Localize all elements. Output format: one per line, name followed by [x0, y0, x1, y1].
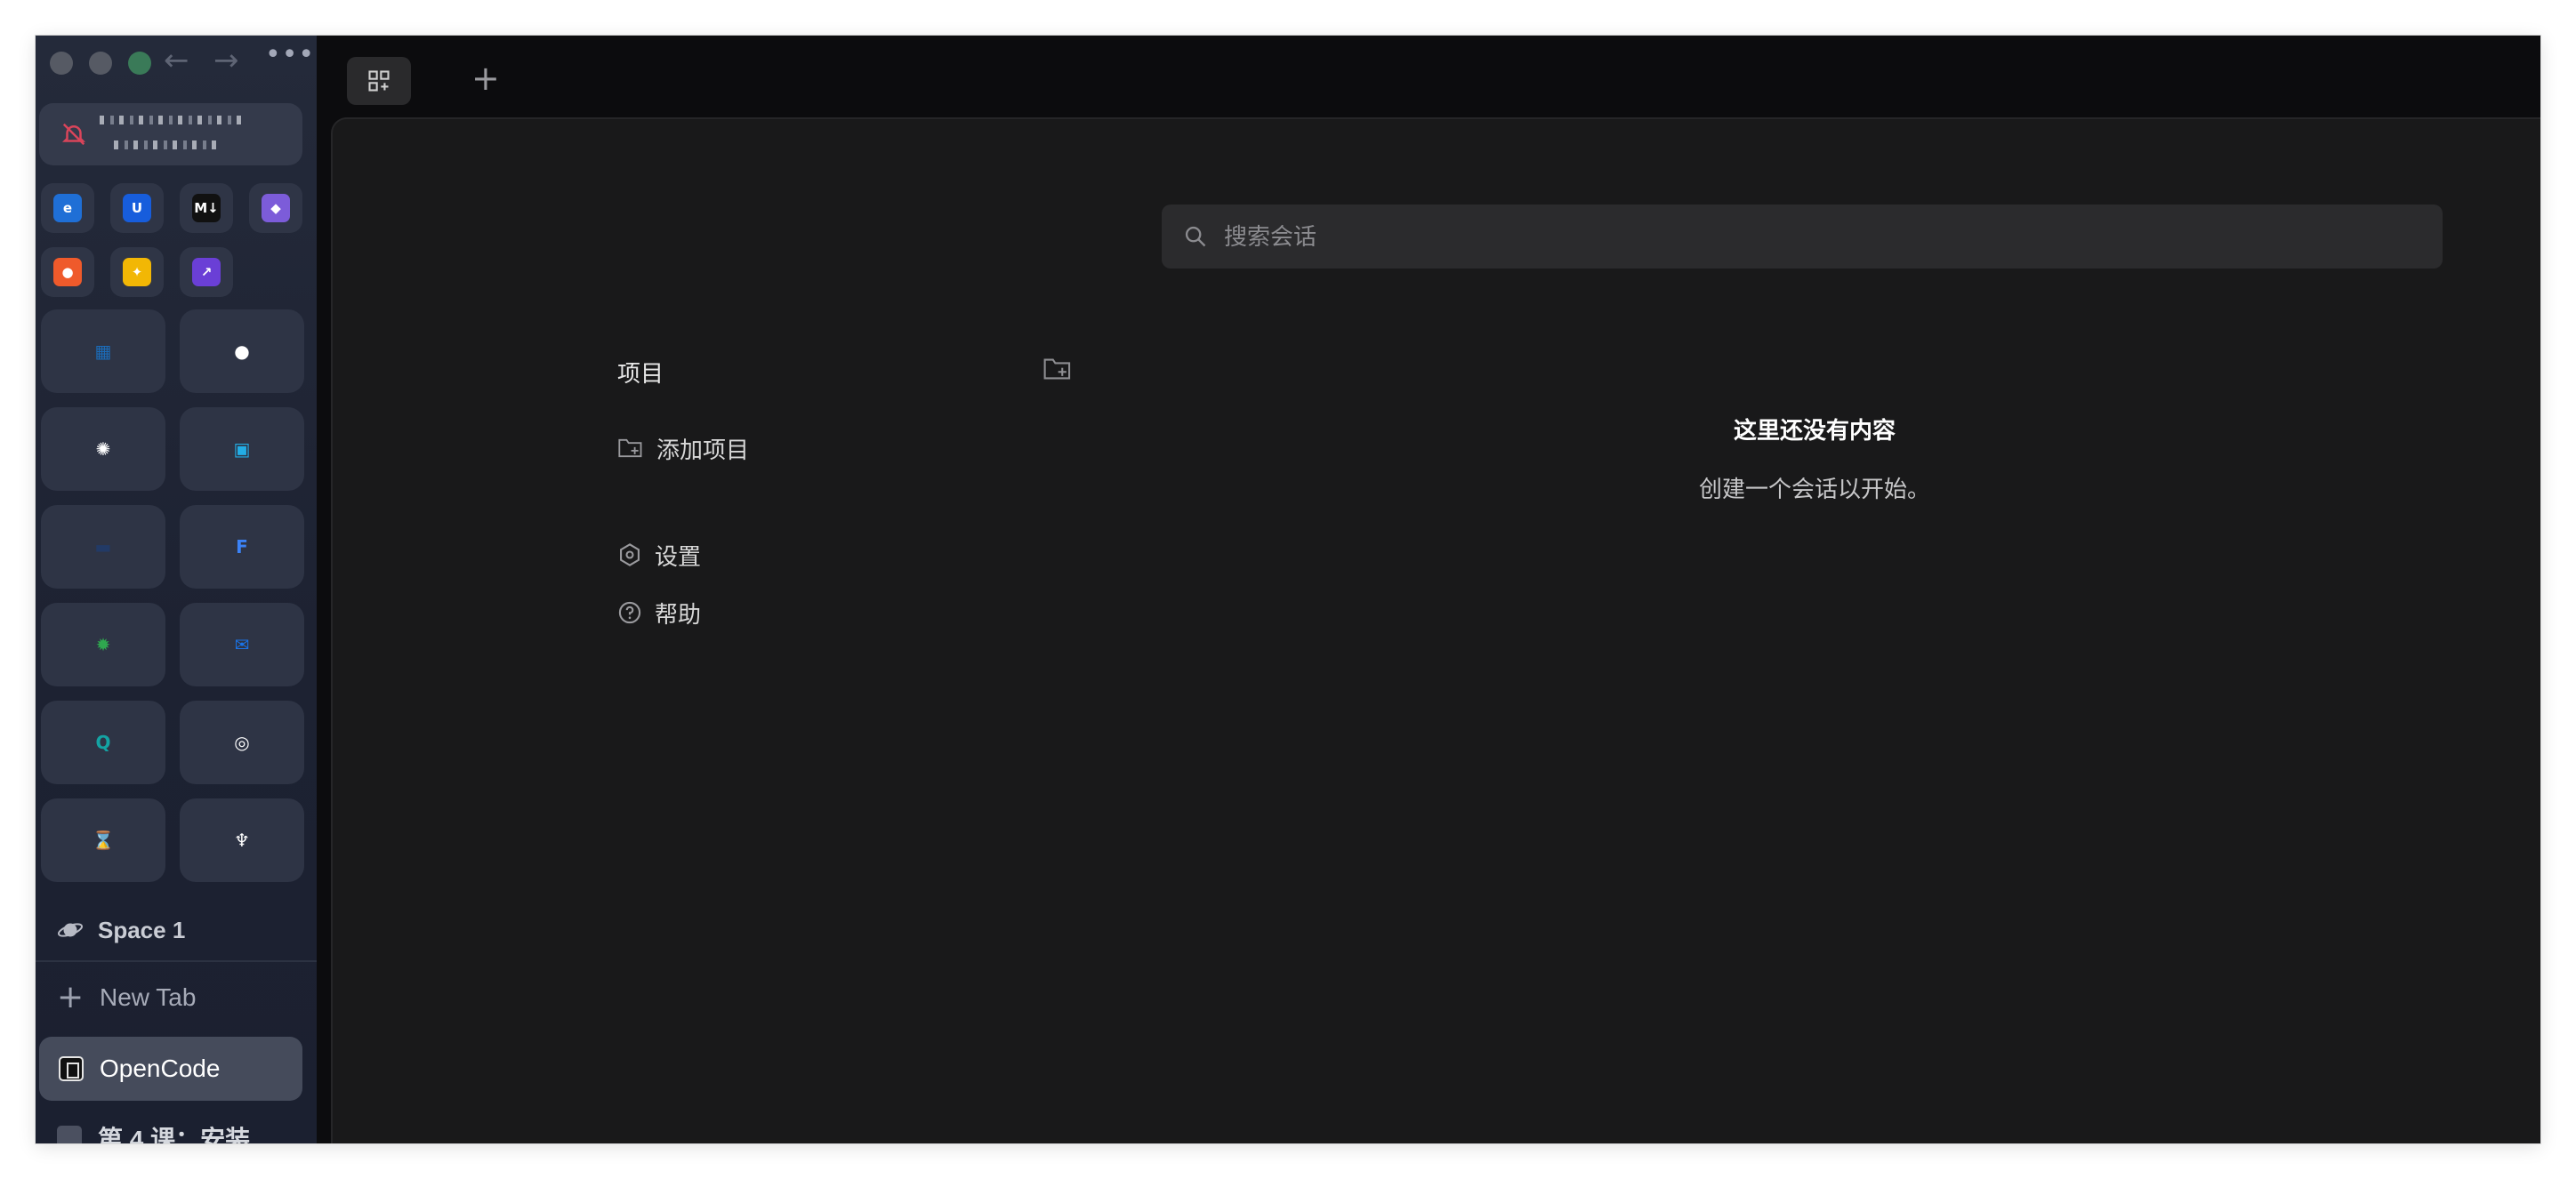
tab-label: 第 4 课：安装	[98, 1126, 251, 1143]
favorite-app-tile[interactable]: ✹	[41, 603, 165, 686]
app-green-sun-icon: ✹	[95, 634, 111, 655]
app-orange-icon: ●	[53, 258, 82, 286]
pinned-app-tile[interactable]: ✦	[110, 247, 164, 297]
space-label: Space 1	[98, 916, 186, 943]
sidebar-divider	[36, 960, 317, 962]
help-label: 帮助	[655, 600, 702, 628]
app-purple-arrow-icon: ↗	[192, 258, 221, 286]
bell-slash-icon	[61, 123, 86, 146]
favorite-app-tile[interactable]: ◎	[180, 701, 304, 784]
favorite-app-tile[interactable]: ♆	[180, 798, 304, 882]
obsidian-icon: ◆	[262, 194, 290, 222]
favorite-app-tile[interactable]: ✺	[41, 407, 165, 491]
opencode-icon	[59, 1056, 84, 1081]
favorite-app-tile[interactable]: ✉	[180, 603, 304, 686]
app-compass-icon: ◎	[234, 732, 250, 753]
grid-add-icon	[368, 70, 390, 92]
favorite-app-tile[interactable]: F	[180, 505, 304, 589]
back-arrow-icon[interactable]: ←	[164, 43, 189, 78]
edge-icon: e	[53, 194, 82, 222]
app-faded-icon: ▬	[94, 536, 112, 557]
tab-label: OpenCode	[100, 1055, 221, 1082]
browser-window: ← → ••• e U M↓ ◆ ● ✦ ↗ ▦ ● ✺ ▣ ▬ F ✹ ✉ Q ◎ ⌛ ♆ Space 1 + …	[36, 36, 2540, 1143]
pinned-app-tile[interactable]: M↓	[180, 183, 233, 233]
planet-icon	[57, 923, 84, 937]
forward-arrow-icon[interactable]: →	[213, 43, 239, 78]
new-project-folder-button[interactable]	[1042, 356, 1073, 387]
settings-label: 设置	[655, 542, 702, 570]
space-switcher[interactable]: Space 1	[57, 912, 185, 948]
minimize-window-button[interactable]	[89, 52, 112, 75]
bilibili-icon: ▣	[233, 438, 251, 460]
favorite-app-tile[interactable]: ⌛	[41, 798, 165, 882]
pinned-app-tile[interactable]: e	[41, 183, 94, 233]
browser-sidebar: ← → ••• e U M↓ ◆ ● ✦ ↗ ▦ ● ✺ ▣ ▬ F ✹ ✉ Q ◎ ⌛ ♆ Space 1 + …	[36, 36, 317, 1143]
favorite-app-tile[interactable]: ●	[180, 309, 304, 393]
sidebar-tab-opencode[interactable]: OpenCode	[39, 1037, 302, 1101]
app-blue-grid-icon: ▦	[94, 341, 112, 362]
favorite-app-tile[interactable]: ▬	[41, 505, 165, 589]
new-tab-label: New Tab	[100, 983, 197, 1011]
sidebar-tab-lesson[interactable]: 第 4 课：安装	[57, 1120, 250, 1143]
app-yellow-icon: ✦	[123, 258, 151, 286]
search-icon	[1185, 226, 1206, 247]
zoom-window-button[interactable]	[128, 52, 151, 75]
github-icon: ●	[234, 341, 250, 362]
hourglass-icon: ⌛	[92, 830, 115, 851]
more-options-icon[interactable]: •••	[265, 39, 315, 70]
folder-add-icon	[1043, 358, 1071, 380]
favorite-app-tile[interactable]: ▦	[41, 309, 165, 393]
workspace-tab-button[interactable]	[347, 57, 411, 105]
close-window-button[interactable]	[50, 52, 73, 75]
app-blue-mail-icon: ✉	[234, 634, 250, 655]
notification-card[interactable]	[39, 103, 302, 165]
empty-state-title: 这里还没有内容	[1733, 417, 1896, 444]
chatgpt-icon: ✺	[95, 438, 111, 460]
opencode-main-panel	[331, 117, 2540, 1143]
empty-state-subtitle: 创建一个会话以开始。	[1698, 476, 1930, 502]
app-q-icon: Q	[95, 732, 111, 753]
folder-add-icon	[618, 438, 642, 458]
add-project-label: 添加项目	[656, 436, 750, 463]
help-icon	[618, 601, 641, 624]
projects-heading: 项目	[617, 360, 664, 387]
app-f-icon: F	[236, 536, 248, 557]
pinned-app-tile[interactable]: ●	[41, 247, 94, 297]
notification-subtitle-redacted	[114, 140, 221, 149]
plus-icon: +	[57, 979, 85, 1015]
pinned-app-tile[interactable]: ◆	[249, 183, 302, 233]
search-input[interactable]	[1224, 222, 2380, 251]
help-button[interactable]: 帮助	[617, 595, 701, 630]
favorite-app-tile[interactable]: ▣	[180, 407, 304, 491]
app-tab-bar	[317, 36, 2540, 117]
favorite-app-tile[interactable]: Q	[41, 701, 165, 784]
settings-button[interactable]: 设置	[617, 537, 701, 573]
bitwarden-icon: U	[123, 194, 151, 222]
notification-title-redacted	[100, 116, 242, 124]
add-project-button[interactable]: 添加项目	[617, 430, 749, 466]
add-tab-button[interactable]: +	[471, 59, 500, 98]
session-search[interactable]	[1162, 205, 2443, 269]
pinned-app-tile[interactable]: ↗	[180, 247, 233, 297]
pinned-app-tile[interactable]: U	[110, 183, 164, 233]
markdown-icon: M↓	[192, 194, 221, 222]
app-bird-icon: ♆	[234, 830, 250, 851]
page-icon	[57, 1126, 82, 1143]
new-tab-button[interactable]: + New Tab	[57, 980, 196, 1015]
gear-icon	[620, 543, 640, 566]
